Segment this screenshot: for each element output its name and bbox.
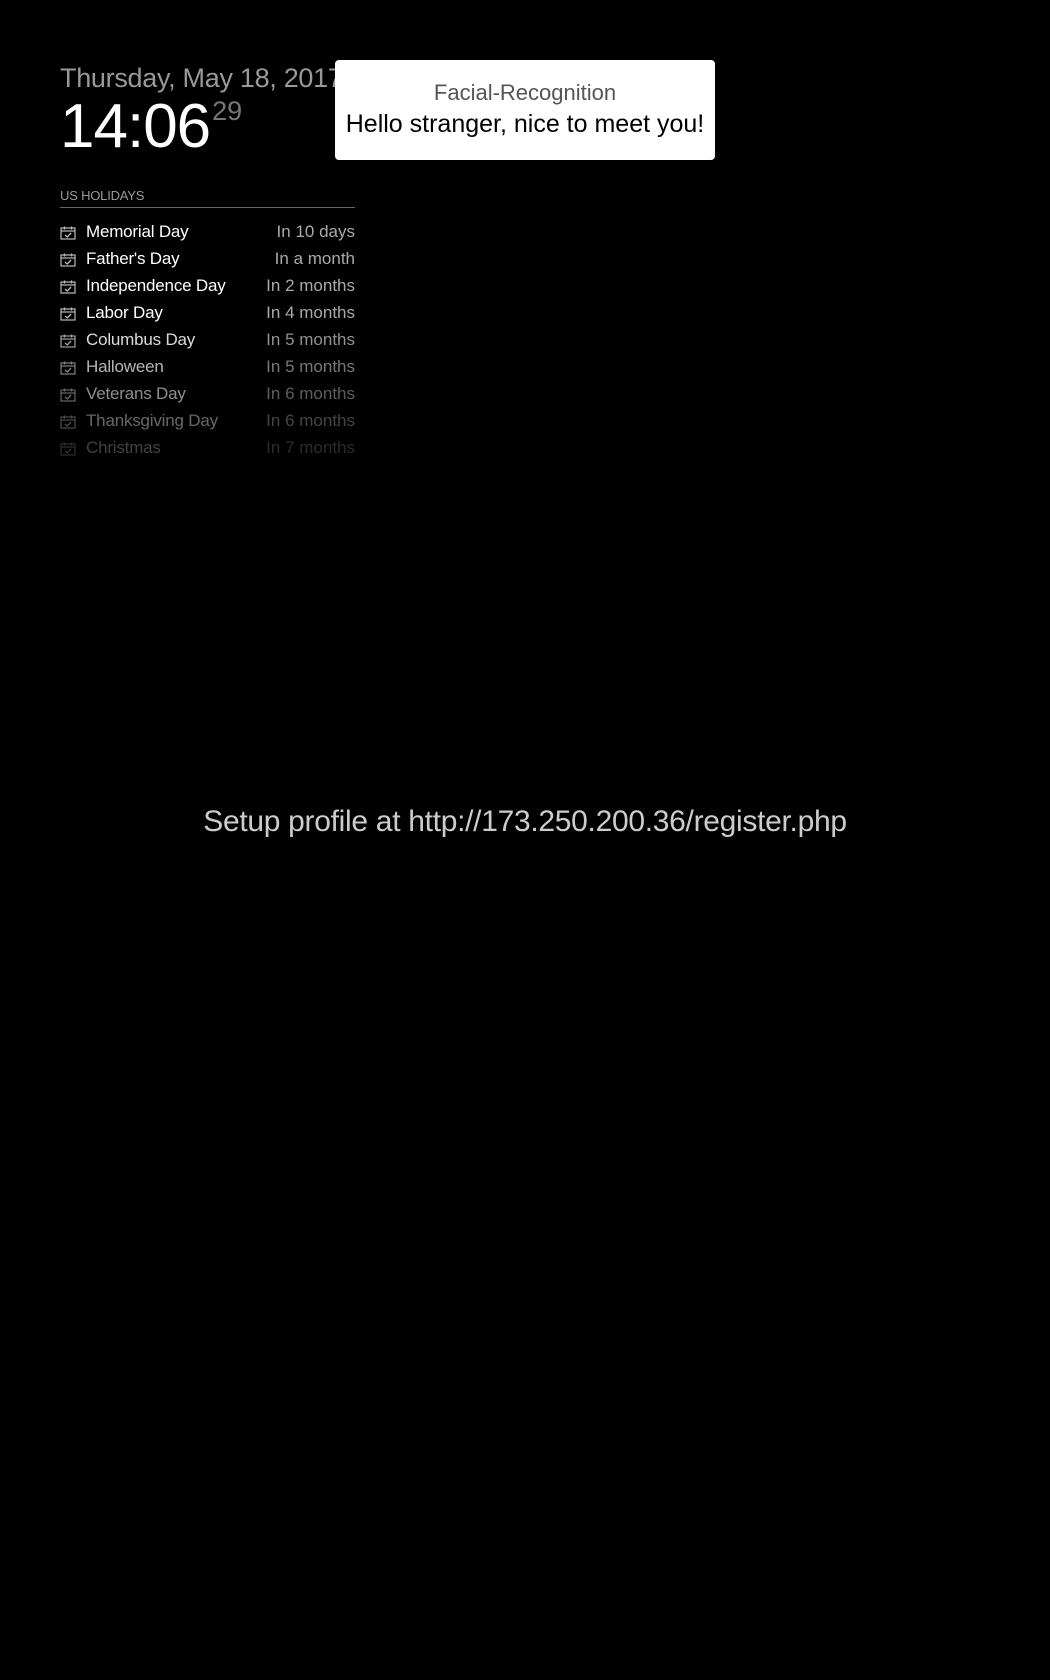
setup-profile-message: Setup profile at http://173.250.200.36/r… [203,805,847,838]
event-time: In 10 days [276,221,355,241]
notification-title: Facial-Recognition [433,80,617,105]
calendar-event-row: Independence Day In 2 months [60,272,355,299]
calendar-module: US HOLIDAYS Memorial Day In 10 days Father… [60,188,355,461]
calendar-check-icon [60,414,76,429]
calendar-check-icon [60,360,76,375]
event-title: Columbus Day [86,329,196,349]
event-title: Thanksgiving Day [86,410,218,430]
calendar-event-row: Halloween In 5 months [60,353,355,380]
event-time: In 5 months [266,356,355,376]
event-title: Memorial Day [86,221,189,241]
calendar-event-row: Veterans Day In 6 months [60,380,355,407]
calendar-check-icon [60,441,76,456]
event-title: Halloween [86,356,164,376]
notification-message: Hello stranger, nice to meet you! [345,110,705,138]
event-time: In 6 months [266,410,355,430]
clock-date: Thursday, May 18, 2017 [60,63,343,93]
calendar-event-row: Thanksgiving Day In 6 months [60,407,355,434]
calendar-check-icon [60,225,76,240]
calendar-event-row: Labor Day In 4 months [60,299,355,326]
event-title: Independence Day [86,275,226,295]
calendar-check-icon [60,387,76,402]
calendar-header: US HOLIDAYS [60,188,355,208]
calendar-check-icon [60,333,76,348]
clock-hours-minutes: 14:06 [60,92,211,161]
calendar-event-row: Christmas In 7 months [60,434,355,461]
event-time: In 5 months [266,329,355,349]
magic-mirror-screen: { "clock": { "date": "Thursday, May 18, … [0,0,1050,1680]
clock-seconds: 29 [212,96,243,126]
event-list: Memorial Day In 10 days Father's Day In a m… [60,218,355,461]
event-title: Veterans Day [86,383,186,403]
calendar-check-icon [60,306,76,321]
calendar-event-row: Father's Day In a month [60,245,355,272]
event-title: Labor Day [86,302,163,322]
notification-popup: Facial-Recognition Hello stranger, nice … [335,60,715,160]
event-time: In a month [274,248,355,268]
event-time: In 6 months [266,383,355,403]
calendar-event-row: Columbus Day In 5 months [60,326,355,353]
event-time: In 4 months [266,302,355,322]
calendar-event-row: Memorial Day In 10 days [60,218,355,245]
event-title: Christmas [86,437,161,457]
clock-module: Thursday, May 18, 2017 14:0629 [60,62,343,158]
clock-time: 14:0629 [60,96,343,158]
calendar-check-icon [60,279,76,294]
calendar-check-icon [60,252,76,267]
event-title: Father's Day [86,248,180,268]
event-time: In 7 months [266,437,355,457]
event-time: In 2 months [266,275,355,295]
